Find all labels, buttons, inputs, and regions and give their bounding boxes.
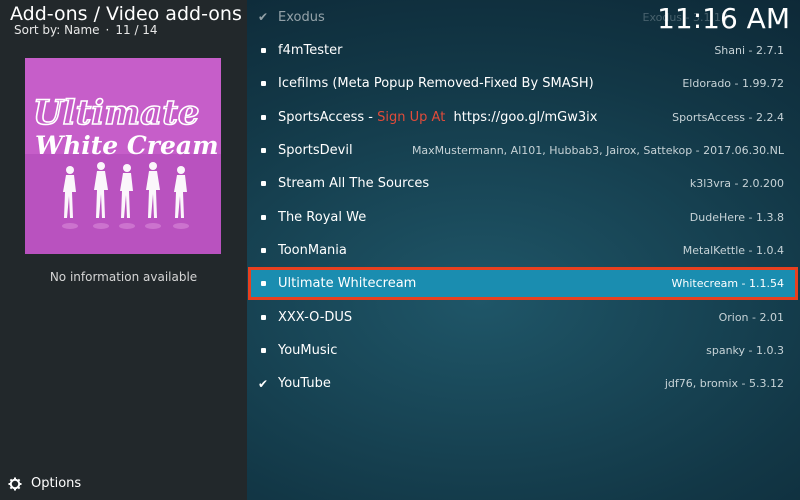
addon-item-youtube[interactable]: ✔ YouTube jdf76, bromix - 5.3.12	[248, 367, 798, 400]
bullet-icon	[257, 281, 269, 287]
addon-name: SportsAccess - Sign Up At https://goo.gl…	[278, 110, 597, 125]
addon-item-icefilms[interactable]: Icefilms (Meta Popup Removed-Fixed By SM…	[248, 67, 798, 100]
addon-item-youmusic[interactable]: YouMusic spanky - 1.0.3	[248, 334, 798, 367]
sort-info[interactable]: Sort by: Name · 11 / 14	[14, 23, 158, 37]
addon-item-xxx-o-dus[interactable]: XXX-O-DUS Orion - 2.01	[248, 300, 798, 333]
bullet-icon	[257, 148, 269, 154]
options-label: Options	[31, 476, 82, 491]
addon-item-sportsdevil[interactable]: SportsDevil MaxMustermann, Al101, Hubbab…	[248, 134, 798, 167]
check-icon: ✔	[257, 10, 269, 24]
addon-name: SportsDevil	[278, 143, 353, 159]
bullet-icon	[257, 314, 269, 320]
addon-name: Stream All The Sources	[278, 176, 430, 192]
addon-name: YouMusic	[278, 342, 338, 358]
addon-item-stream-all-the-sources[interactable]: Stream All The Sources k3l3vra - 2.0.200	[248, 167, 798, 200]
addon-item-sportsaccess[interactable]: SportsAccess - Sign Up At https://goo.gl…	[248, 101, 798, 134]
addon-list: ✔ Exodus Exodus - 3.1.13 f4mTester Shani…	[248, 0, 798, 400]
gear-icon	[8, 477, 22, 491]
addon-name: XXX-O-DUS	[278, 309, 353, 325]
page-title: Add-ons / Video add-ons	[10, 3, 242, 25]
sort-separator: ·	[105, 23, 110, 37]
addon-item-f4mtester[interactable]: f4mTester Shani - 2.7.1	[248, 34, 798, 67]
bullet-icon	[257, 347, 269, 353]
left-pane: Add-ons / Video add-ons Sort by: Name · 11…	[0, 0, 247, 500]
addon-item-toonmania[interactable]: ToonMania MetalKettle - 1.0.4	[248, 234, 798, 267]
addon-name: Exodus	[278, 9, 325, 25]
addon-thumbnail: Ultimate White Cream	[25, 58, 221, 254]
bullet-icon	[257, 114, 269, 120]
addon-name: ToonMania	[278, 242, 347, 258]
bullet-icon	[257, 214, 269, 220]
bullet-icon	[257, 81, 269, 87]
silhouettes-image: Ultimate White Cream	[25, 58, 221, 254]
addon-meta: DudeHere - 1.3.8	[689, 210, 784, 224]
addon-meta: k3l3vra - 2.0.200	[689, 177, 784, 191]
addon-name: Icefilms (Meta Popup Removed-Fixed By SM…	[278, 76, 594, 92]
info-text: No information available	[49, 270, 198, 284]
addon-meta: spanky - 1.0.3	[706, 343, 784, 357]
signup-highlight: Sign Up At	[377, 109, 446, 125]
addon-item-ultimate-whitecream[interactable]: Ultimate Whitecream Whitecream - 1.1.54	[248, 267, 798, 301]
addon-meta: Whitecream - 1.1.54	[671, 277, 785, 291]
thumbnail-line2: White Cream	[35, 131, 219, 160]
sort-label: Sort by: Name	[14, 23, 100, 37]
addon-meta: jdf76, bromix - 5.3.12	[664, 377, 784, 391]
addon-meta: SportsAccess - 2.2.4	[672, 110, 784, 124]
thumbnail-line1: Ultimate	[33, 93, 200, 133]
addon-meta: Shani - 2.7.1	[714, 44, 784, 58]
addon-meta: Orion - 2.01	[718, 310, 784, 324]
addon-meta: Eldorado - 1.99.72	[682, 77, 784, 91]
addon-name: YouTube	[278, 376, 331, 392]
addon-name-url: https://goo.gl/mGw3ix	[445, 109, 598, 125]
addon-name: f4mTester	[278, 43, 343, 59]
check-icon: ✔	[257, 376, 269, 391]
options-button[interactable]: Options	[8, 476, 81, 491]
addon-name: Ultimate Whitecream	[278, 276, 417, 292]
clock: 11:16 AM	[657, 2, 790, 35]
addon-item-the-royal-we[interactable]: The Royal We DudeHere - 1.3.8	[248, 200, 798, 233]
addon-name: The Royal We	[278, 209, 367, 225]
item-position: 11 / 14	[115, 23, 158, 37]
bullet-icon	[257, 247, 269, 253]
bullet-icon	[257, 48, 269, 54]
addon-name-prefix: SportsAccess -	[278, 109, 378, 125]
addon-meta: MaxMustermann, Al101, Hubbab3, Jairox, S…	[411, 144, 784, 158]
bullet-icon	[257, 181, 269, 187]
addon-meta: MetalKettle - 1.0.4	[682, 243, 784, 257]
